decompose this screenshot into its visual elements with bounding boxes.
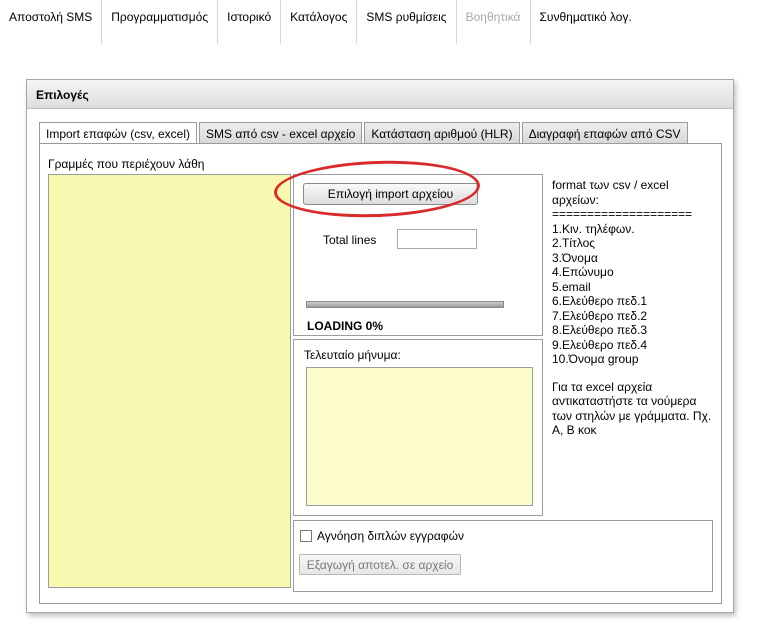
tab-import-contacts[interactable]: Import επαφών (csv, excel) xyxy=(39,122,198,144)
nav-item-password[interactable]: Συνθηματικό λογ. xyxy=(531,0,641,44)
tab-delete-contacts-csv[interactable]: Διαγραφή επαφών από CSV xyxy=(521,122,688,143)
format-field: 6.Ελεύθερο πεδ.1 xyxy=(552,294,648,308)
ignore-duplicates-checkbox[interactable] xyxy=(300,530,312,542)
import-tab-content: Γραμμές που περιέχουν λάθη Επιλογή impor… xyxy=(39,143,722,604)
ignore-duplicates-row[interactable]: Αγνόηση διπλών εγγραφών xyxy=(300,529,464,543)
panel-title: Επιλογές xyxy=(27,80,733,109)
errors-list[interactable] xyxy=(48,174,291,588)
last-message-label: Τελευταίο μήνυμα: xyxy=(304,348,401,362)
ignore-duplicates-label: Αγνόηση διπλών εγγραφών xyxy=(317,529,464,543)
top-navigation: Αποστολή SMS Προγραμματισμός Ιστορικό Κα… xyxy=(0,0,641,46)
nav-item-send-sms[interactable]: Αποστολή SMS xyxy=(0,0,103,44)
format-field: 5.email xyxy=(552,279,591,294)
export-results-button[interactable]: Εξαγωγή αποτελ. σε αρχείο xyxy=(299,554,461,575)
nav-item-history[interactable]: Ιστορικό xyxy=(218,0,282,44)
tab-bar: Import επαφών (csv, excel) SMS από csv -… xyxy=(39,122,690,144)
format-field: 9.Ελεύθερο πεδ.4 xyxy=(552,337,648,352)
import-section: Επιλογή import αρχείου Total lines LOADI… xyxy=(273,157,543,336)
format-field: 2.Τίτλος xyxy=(552,236,596,250)
format-field: 3.Όνομα xyxy=(552,250,598,265)
errors-label: Γραμμές που περιέχουν λάθη xyxy=(48,157,205,171)
tab-sms-from-file[interactable]: SMS από csv - excel αρχείο xyxy=(199,122,363,143)
last-message-section: Τελευταίο μήνυμα: xyxy=(293,339,543,516)
nav-item-sms-settings[interactable]: SMS ρυθμίσεις xyxy=(357,0,457,44)
format-info-note: Για τα excel αρχεία αντικαταστήστε τα νο… xyxy=(552,379,712,438)
nav-item-scheduling[interactable]: Προγραμματισμός xyxy=(102,0,219,44)
nav-item-catalog[interactable]: Κατάλογος xyxy=(281,0,358,44)
format-info: format των csv / excel αρχείων: ========… xyxy=(552,178,717,438)
total-lines-label: Total lines xyxy=(323,233,377,247)
loading-status: LOADING 0% xyxy=(307,319,384,333)
format-field: 7.Ελεύθερο πεδ.2 xyxy=(552,308,648,323)
last-message-area[interactable] xyxy=(306,367,533,506)
format-field: 10.Όνομα group xyxy=(552,352,639,366)
loading-progress-bar xyxy=(306,301,504,308)
options-panel: Επιλογές Import επαφών (csv, excel) SMS … xyxy=(26,79,734,613)
total-lines-field[interactable] xyxy=(397,229,477,249)
format-info-title: format των csv / excel αρχείων: xyxy=(552,178,669,207)
select-import-file-button[interactable]: Επιλογή import αρχείου xyxy=(303,183,478,205)
format-field: 8.Ελεύθερο πεδ.3 xyxy=(552,323,648,337)
format-field: 4.Επώνυμο xyxy=(552,265,614,279)
tab-number-status-hlr[interactable]: Κατάσταση αριθμού (HLR) xyxy=(364,122,520,143)
import-options-section: Αγνόηση διπλών εγγραφών Εξαγωγή αποτελ. … xyxy=(293,520,713,592)
nav-item-tools[interactable]: Βοηθητικά xyxy=(457,0,531,44)
format-field: 1.Κιν. τηλέφων. xyxy=(552,221,635,236)
format-info-separator: ==================== xyxy=(552,207,693,221)
